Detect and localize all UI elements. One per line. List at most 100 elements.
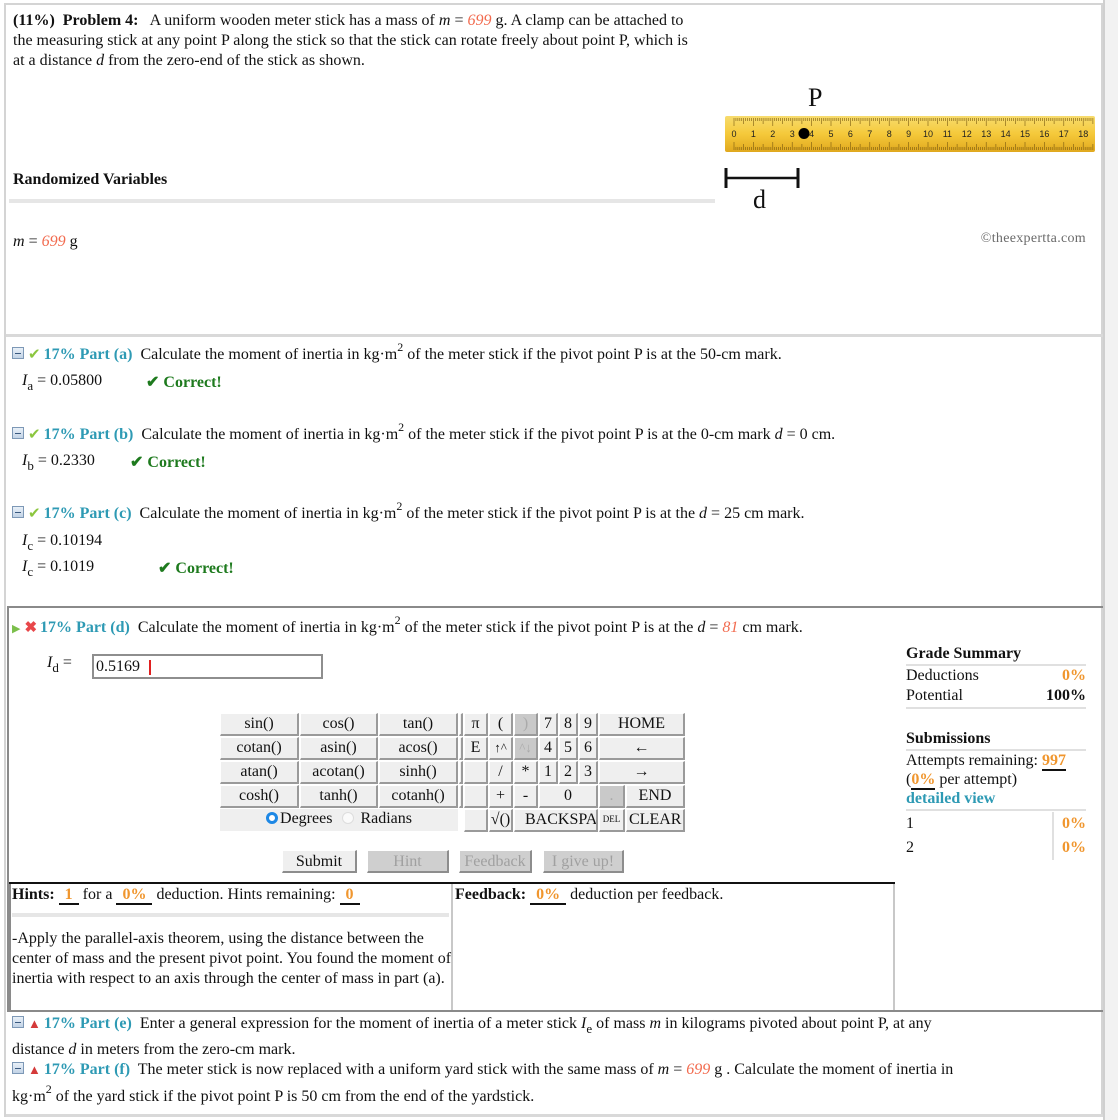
ruler-number: 15 xyxy=(1020,129,1030,139)
part-a-answer: Ia = 0.05800 ✔ Correct! xyxy=(22,372,222,393)
key-0[interactable]: 0 xyxy=(539,785,598,808)
key-pi[interactable]: π xyxy=(464,713,488,736)
mass-value: 699 xyxy=(467,12,492,29)
key-cosh[interactable]: cosh() xyxy=(220,785,299,808)
divider xyxy=(906,809,1086,811)
hints-summary: Hints: 1 for a 0% deduction. Hints remai… xyxy=(12,886,360,905)
problem-statement: (11%) Problem 4: A uniform wooden meter … xyxy=(13,12,688,69)
part-d-header: ▶ ✖ 17% Part (d) Calculate the moment of i… xyxy=(12,613,803,636)
ruler-number: 1 xyxy=(751,129,756,139)
divider xyxy=(9,1010,1103,1012)
key-divide[interactable]: / xyxy=(489,761,513,784)
key-backspace[interactable]: BACKSPACE xyxy=(514,809,598,832)
ruler-number: 14 xyxy=(1001,129,1011,139)
give-up-button[interactable]: I give up! xyxy=(543,850,624,873)
key-sin[interactable]: sin() xyxy=(220,713,299,736)
collapse-icon[interactable] xyxy=(12,506,24,518)
key-home[interactable]: HOME xyxy=(599,713,685,736)
key-sqrt[interactable]: √() xyxy=(489,809,513,832)
key-cotan[interactable]: cotan() xyxy=(220,737,299,760)
collapse-icon[interactable] xyxy=(12,347,24,359)
play-icon: ▶ xyxy=(12,623,21,635)
spacer xyxy=(459,785,463,808)
key-acos[interactable]: acos() xyxy=(379,737,458,760)
submit-button[interactable]: Submit xyxy=(282,850,357,873)
key-asin[interactable]: asin() xyxy=(300,737,378,760)
divider xyxy=(893,884,895,1012)
key-down[interactable]: ^↓ xyxy=(514,737,538,760)
key-8[interactable]: 8 xyxy=(559,713,578,736)
divider xyxy=(906,707,1086,709)
key-2[interactable]: 2 xyxy=(559,761,578,784)
key-multiply[interactable]: * xyxy=(514,761,538,784)
divider xyxy=(6,334,1103,337)
key-1[interactable]: 1 xyxy=(539,761,558,784)
warning-icon: ▲ xyxy=(28,1016,41,1031)
key-e[interactable]: E xyxy=(464,737,488,760)
key-4[interactable]: 4 xyxy=(539,737,558,760)
ruler-number: 6 xyxy=(848,129,853,139)
feedback-summary: Feedback: 0% deduction per feedback. xyxy=(455,886,724,905)
checkmark-icon: ✔ xyxy=(28,427,41,443)
ruler-number: 3 xyxy=(790,129,795,139)
key-blank xyxy=(464,809,488,832)
part-f-continuation: kg·m2 of the yard stick if the pivot poi… xyxy=(12,1082,535,1105)
submission-row: 1 0% xyxy=(906,815,1086,832)
collapse-icon[interactable] xyxy=(12,1062,24,1074)
key-6[interactable]: 6 xyxy=(579,737,598,760)
hint-button[interactable]: Hint xyxy=(367,850,449,873)
detailed-view-link[interactable]: detailed view xyxy=(906,790,1086,808)
ruler-number: 5 xyxy=(828,129,833,139)
ruler-number: 10 xyxy=(923,129,933,139)
scrollbar[interactable] xyxy=(1103,0,1118,1120)
key-del[interactable]: DEL xyxy=(599,809,625,832)
checkmark-icon: ✔ xyxy=(28,506,41,522)
distance-label: d xyxy=(753,185,766,210)
key-tan[interactable]: tan() xyxy=(379,713,458,736)
answer-label: Id = xyxy=(47,654,72,675)
key-atan[interactable]: atan() xyxy=(220,761,299,784)
potential-row: Potential 100% xyxy=(906,687,1086,704)
key-acotan[interactable]: acotan() xyxy=(300,761,378,784)
key-3[interactable]: 3 xyxy=(579,761,598,784)
part-a-header: ✔ 17% Part (a) Calculate the moment of in… xyxy=(12,341,782,364)
collapse-icon[interactable] xyxy=(12,427,24,439)
radians-radio[interactable] xyxy=(342,812,355,824)
ruler-number: 17 xyxy=(1059,129,1069,139)
key-cos[interactable]: cos() xyxy=(300,713,378,736)
key-minus[interactable]: - xyxy=(514,785,538,808)
incorrect-icon: ✖ xyxy=(24,620,38,636)
feedback-button[interactable]: Feedback xyxy=(459,850,532,873)
key-clear[interactable]: CLEAR xyxy=(626,809,685,832)
part-e-continuation: distance d in meters from the zero-cm ma… xyxy=(12,1041,296,1058)
collapse-icon[interactable] xyxy=(12,1016,24,1028)
key-end[interactable]: END xyxy=(626,785,685,808)
hints-used: 1 xyxy=(58,886,79,905)
ruler-number: 16 xyxy=(1039,129,1049,139)
key-right-arrow[interactable]: → xyxy=(599,761,685,784)
ruler-number: 8 xyxy=(887,129,892,139)
spacer xyxy=(459,761,463,784)
checkmark-icon: ✔ xyxy=(28,347,41,363)
key-7[interactable]: 7 xyxy=(539,713,558,736)
key-blank xyxy=(464,785,488,808)
answer-input[interactable] xyxy=(92,654,323,679)
deductions-row: Deductions 0% xyxy=(906,667,1086,684)
key-left-arrow[interactable]: ← xyxy=(599,737,685,760)
ruler-number: 12 xyxy=(962,129,972,139)
key-5[interactable]: 5 xyxy=(559,737,578,760)
key-up[interactable]: ↑^ xyxy=(489,737,513,760)
key-right-paren[interactable]: ) xyxy=(514,713,538,736)
key-plus[interactable]: + xyxy=(489,785,513,808)
key-dot[interactable]: . xyxy=(599,785,625,808)
key-sinh[interactable]: sinh() xyxy=(379,761,458,784)
key-tanh[interactable]: tanh() xyxy=(300,785,378,808)
ruler-number: 13 xyxy=(981,129,991,139)
key-left-paren[interactable]: ( xyxy=(489,713,513,736)
ruler-number: 0 xyxy=(731,129,736,139)
ruler-number: 4 xyxy=(809,129,814,139)
degrees-radio[interactable] xyxy=(266,812,279,824)
correct-badge: ✔ Correct! xyxy=(146,374,222,391)
key-9[interactable]: 9 xyxy=(579,713,598,736)
key-cotanh[interactable]: cotanh() xyxy=(379,785,458,808)
